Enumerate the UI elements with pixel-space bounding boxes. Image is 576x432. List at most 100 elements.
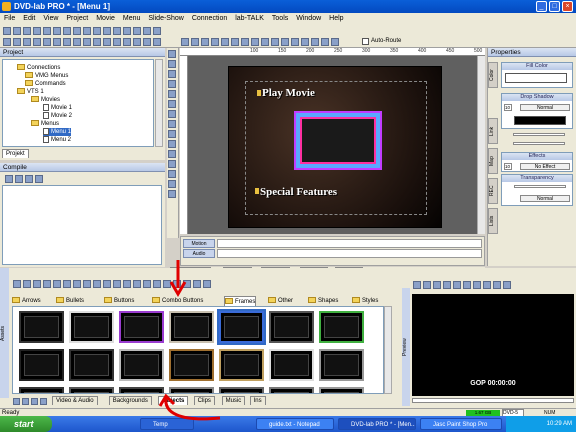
toolbar-tool-icon[interactable] — [83, 38, 91, 46]
asset-tool-icon[interactable] — [83, 280, 91, 288]
frame-thumbnail[interactable] — [269, 349, 314, 381]
editor-tool-icon[interactable] — [168, 50, 176, 58]
frame-thumbnail[interactable] — [69, 349, 114, 381]
tree-vts1[interactable]: VTS 1 — [17, 88, 44, 96]
menu-help[interactable]: Help — [325, 15, 347, 22]
folder-other[interactable]: Other — [268, 296, 293, 306]
toolbar-tool-icon[interactable] — [33, 27, 41, 35]
tree-menu-1[interactable]: Menu 1 — [43, 128, 72, 136]
project-scrollbar[interactable] — [155, 59, 163, 147]
asset-tool-icon[interactable] — [73, 280, 81, 288]
nav-prev-icon[interactable] — [22, 398, 29, 405]
tree-menu-2[interactable]: Menu 2 — [43, 136, 71, 144]
asset-tool-icon[interactable] — [13, 280, 21, 288]
editor-tool-icon[interactable] — [168, 170, 176, 178]
frame-button[interactable] — [296, 113, 380, 168]
editor-tool-icon[interactable] — [168, 90, 176, 98]
preview-control-icon[interactable] — [423, 281, 431, 289]
shadow-color-swatch[interactable] — [514, 116, 566, 125]
menu-window[interactable]: Window — [292, 15, 325, 22]
save-icon[interactable] — [25, 175, 33, 183]
preview-control-icon[interactable] — [413, 281, 421, 289]
toolbar-tool-icon[interactable] — [93, 27, 101, 35]
toolbar-tool-icon[interactable] — [3, 38, 11, 46]
toolbar-tool-icon[interactable] — [63, 27, 71, 35]
tab-rec[interactable]: REC — [488, 178, 498, 204]
tree-movie-2[interactable]: Movie 2 — [43, 112, 72, 120]
editor-tool-icon[interactable] — [168, 190, 176, 198]
menu-tools[interactable]: Tools — [268, 15, 292, 22]
tree-movie-1[interactable]: Movie 1 — [43, 104, 72, 112]
preview-control-icon[interactable] — [463, 281, 471, 289]
asset-tool-icon[interactable] — [23, 280, 31, 288]
asset-tool-icon[interactable] — [53, 280, 61, 288]
menu-connection[interactable]: Connection — [188, 15, 231, 22]
folder-buttons[interactable]: Buttons — [104, 296, 134, 306]
asset-tool-icon[interactable] — [193, 280, 201, 288]
editor-tool-icon[interactable] — [168, 100, 176, 108]
editor-tool-icon[interactable] — [168, 130, 176, 138]
tab-color[interactable]: Color — [488, 62, 498, 88]
toolbar-tool-icon[interactable] — [13, 27, 21, 35]
canvas-vscrollbar[interactable] — [477, 56, 485, 234]
toolbar-tool-icon[interactable] — [123, 27, 131, 35]
frame-thumbnail[interactable] — [319, 349, 364, 381]
frame-thumbnail[interactable] — [217, 309, 266, 345]
folder-arrows[interactable]: Arrows — [12, 296, 41, 306]
editor-tool-icon[interactable] — [168, 80, 176, 88]
menu-file[interactable]: File — [0, 15, 19, 22]
editor-tool-icon[interactable] — [168, 160, 176, 168]
frame-thumbnail[interactable] — [119, 349, 164, 381]
frame-thumbnail[interactable] — [19, 349, 64, 381]
preview-control-icon[interactable] — [443, 281, 451, 289]
menu-lab-talk[interactable]: lab-TALK — [231, 15, 268, 22]
toolbar-tool-icon[interactable] — [23, 27, 31, 35]
toolbar-tool-icon[interactable] — [251, 38, 259, 46]
toolbar-tool-icon[interactable] — [33, 38, 41, 46]
toolbar-tool-icon[interactable] — [93, 38, 101, 46]
motion-track[interactable] — [217, 239, 482, 248]
settings-icon[interactable] — [35, 175, 43, 183]
folder-shapes[interactable]: Shapes — [308, 296, 338, 306]
folder-styles[interactable]: Styles — [352, 296, 378, 306]
asset-tool-icon[interactable] — [123, 280, 131, 288]
toolbar-tool-icon[interactable] — [123, 38, 131, 46]
toolbar-tool-icon[interactable] — [23, 38, 31, 46]
shadow-slider-2[interactable] — [513, 142, 565, 145]
asset-tool-icon[interactable] — [113, 280, 121, 288]
frame-thumbnail[interactable] — [69, 311, 114, 343]
task-dvdlab[interactable]: DVD-lab PRO * - [Men... — [338, 418, 416, 430]
preview-control-icon[interactable] — [433, 281, 441, 289]
editor-tool-icon[interactable] — [168, 140, 176, 148]
compile-button[interactable] — [5, 175, 13, 183]
tree-menus[interactable]: Menus — [31, 120, 59, 128]
toolbar-tool-icon[interactable] — [53, 27, 61, 35]
preview-control-icon[interactable] — [483, 281, 491, 289]
frame-thumbnail[interactable] — [269, 311, 314, 343]
frame-thumbnail[interactable] — [319, 387, 364, 393]
toolbar-tool-icon[interactable] — [143, 38, 151, 46]
toolbar-tool-icon[interactable] — [3, 27, 11, 35]
menu-movie[interactable]: Movie — [92, 15, 119, 22]
audio-track[interactable] — [217, 249, 482, 258]
toolbar-tool-icon[interactable] — [241, 38, 249, 46]
frame-thumbnail[interactable] — [19, 311, 64, 343]
frame-thumbnail[interactable] — [19, 387, 64, 393]
preview-control-icon[interactable] — [473, 281, 481, 289]
editor-tool-icon[interactable] — [168, 60, 176, 68]
editor-tool-icon[interactable] — [168, 150, 176, 158]
maximize-button[interactable]: □ — [549, 1, 560, 12]
toolbar-tool-icon[interactable] — [83, 27, 91, 35]
tree-vmg-menus[interactable]: VMG Menus — [25, 72, 68, 80]
nav-first-icon[interactable] — [13, 398, 20, 405]
toolbar-tool-icon[interactable] — [73, 27, 81, 35]
toolbar-tool-icon[interactable] — [291, 38, 299, 46]
frame-thumbnail[interactable] — [169, 349, 214, 381]
frame-thumbnail[interactable] — [69, 387, 114, 393]
task-notepad[interactable]: guide.txt - Notepad — [256, 418, 334, 430]
play-movie-text[interactable]: Play Movie — [262, 87, 315, 99]
autoroute-checkbox[interactable] — [362, 38, 369, 45]
tree-movies[interactable]: Movies — [31, 96, 60, 104]
editor-tool-icon[interactable] — [168, 110, 176, 118]
menu-menu[interactable]: Menu — [119, 15, 145, 22]
